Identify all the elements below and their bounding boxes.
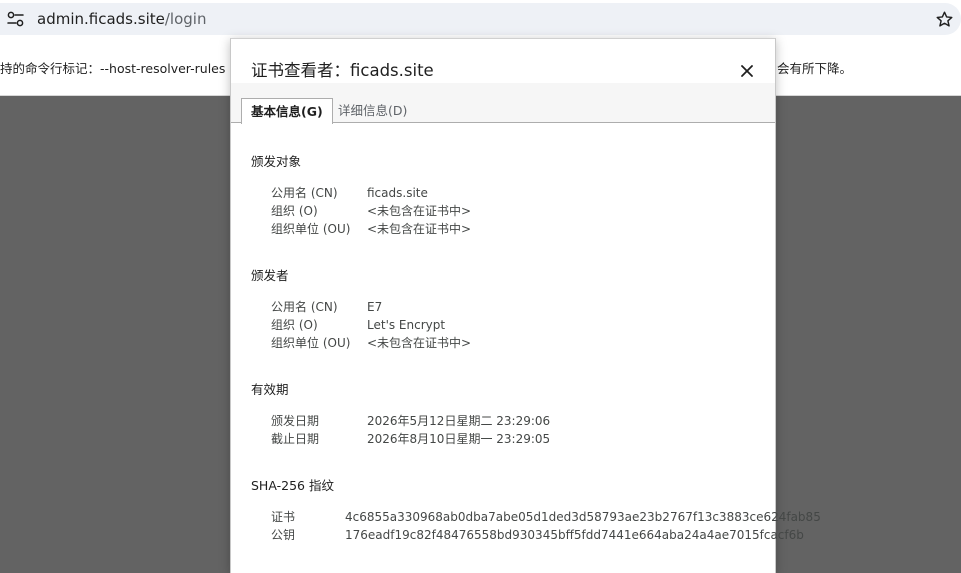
key-fingerprint-label: 公钥 [271, 528, 296, 542]
url-path: /login [164, 10, 207, 28]
info-bar-text: 持的命令行标记：--host-resolver-rules [0, 61, 226, 76]
url-text[interactable]: admin.ficads.site/login [37, 10, 206, 28]
close-icon[interactable] [737, 61, 757, 81]
dialog-title: 证书查看者：ficads.site [251, 61, 434, 80]
issued-by-ou-value: <未包含在证书中> [367, 336, 472, 350]
info-bar-text-end: 会有所下降。 [777, 61, 853, 76]
issued-to-ou-label: 组织单位 (OU) [271, 222, 351, 236]
browser-toolbar: admin.ficads.site/login [0, 0, 961, 38]
issued-by-o-label: 组织 (O) [271, 318, 318, 332]
issued-to-cn-label: 公用名 (CN) [271, 186, 338, 200]
issued-by-cn-value: E7 [367, 300, 383, 314]
tune-icon[interactable] [6, 10, 26, 28]
issued-by-ou-label: 组织单位 (OU) [271, 336, 351, 350]
issued-by-cn-label: 公用名 (CN) [271, 300, 338, 314]
issued-to-heading: 颁发对象 [251, 154, 302, 169]
tab-details[interactable]: 详细信息(D) [338, 98, 407, 123]
issued-to-o-value: <未包含在证书中> [367, 204, 472, 218]
certificate-viewer-dialog: 证书查看者：ficads.site 基本信息(G) 详细信息(D) 颁发对象 公… [230, 38, 821, 573]
star-outline-icon[interactable] [935, 10, 954, 29]
fingerprints-heading: SHA-256 指纹 [251, 478, 334, 493]
issued-by-o-value: Let's Encrypt [367, 318, 446, 332]
issued-by-heading: 颁发者 [251, 268, 289, 283]
issued-to-ou-value: <未包含在证书中> [367, 222, 472, 236]
expires-on-value: 2026年8月10日星期一 23:29:05 [367, 432, 551, 446]
cert-fingerprint-label: 证书 [271, 510, 296, 524]
url-host: admin.ficads.site [37, 10, 165, 28]
expires-on-label: 截止日期 [271, 432, 320, 446]
validity-heading: 有效期 [251, 382, 289, 397]
issued-to-o-label: 组织 (O) [271, 204, 318, 218]
address-bar[interactable]: admin.ficads.site/login [0, 3, 961, 35]
issued-to-cn-value: ficads.site [367, 186, 428, 200]
issued-on-label: 颁发日期 [271, 414, 320, 428]
issued-on-value: 2026年5月12日星期二 23:29:06 [367, 414, 551, 428]
cert-fingerprint-value: 4c6855a330968ab0dba7abe05d1ded3d58793ae2… [345, 510, 821, 524]
key-fingerprint-value: 176eadf19c82f48476558bd930345bff5fdd7441… [345, 528, 804, 542]
tab-general[interactable]: 基本信息(G) [241, 98, 333, 124]
